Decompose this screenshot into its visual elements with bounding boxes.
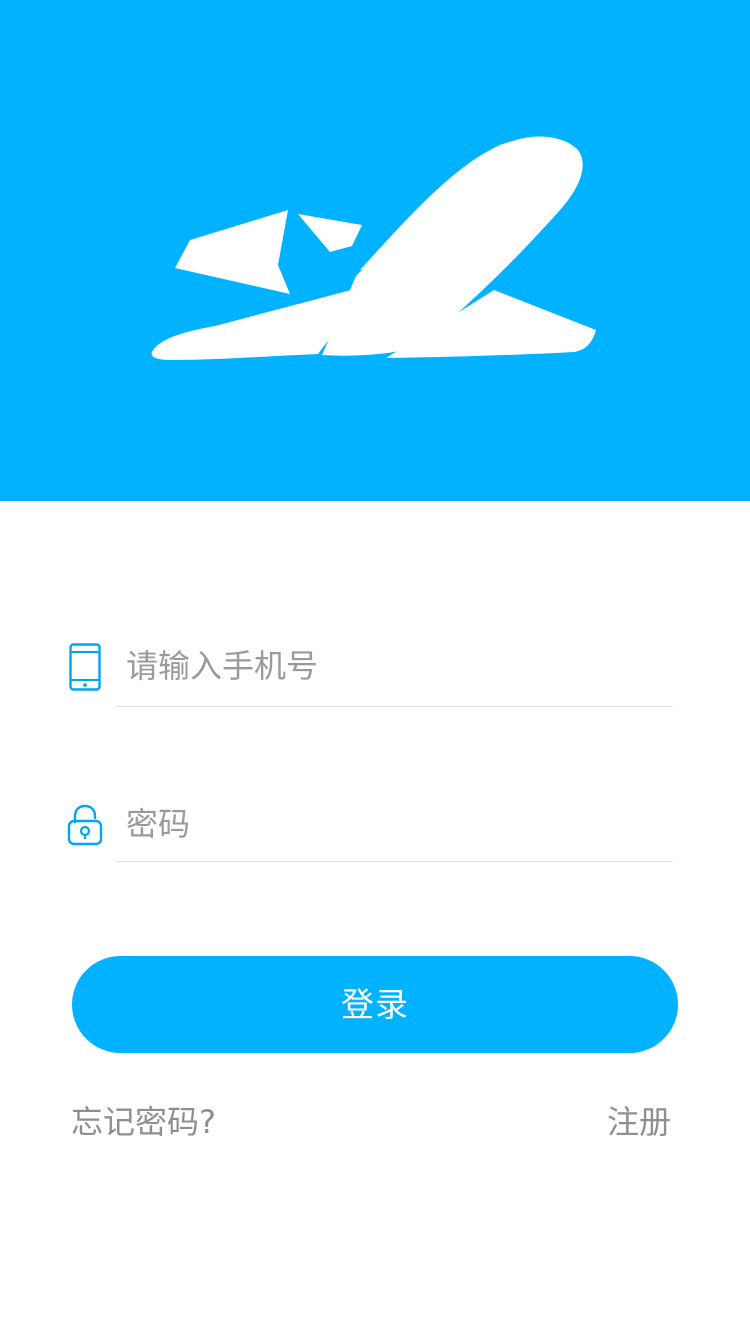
- header-banner: [0, 0, 750, 501]
- forgot-password-link[interactable]: 忘记密码?: [71, 1100, 216, 1144]
- lock-icon: [67, 804, 103, 850]
- register-link[interactable]: 注册: [607, 1100, 671, 1144]
- password-input[interactable]: [126, 799, 666, 849]
- password-field: [0, 798, 750, 868]
- airplane-logo-icon: [151, 136, 596, 360]
- phone-field: [0, 640, 750, 710]
- phone-input[interactable]: [126, 641, 666, 691]
- password-underline: [116, 861, 673, 862]
- phone-underline: [116, 706, 673, 707]
- login-button[interactable]: 登录: [72, 956, 678, 1053]
- phone-icon: [68, 642, 102, 696]
